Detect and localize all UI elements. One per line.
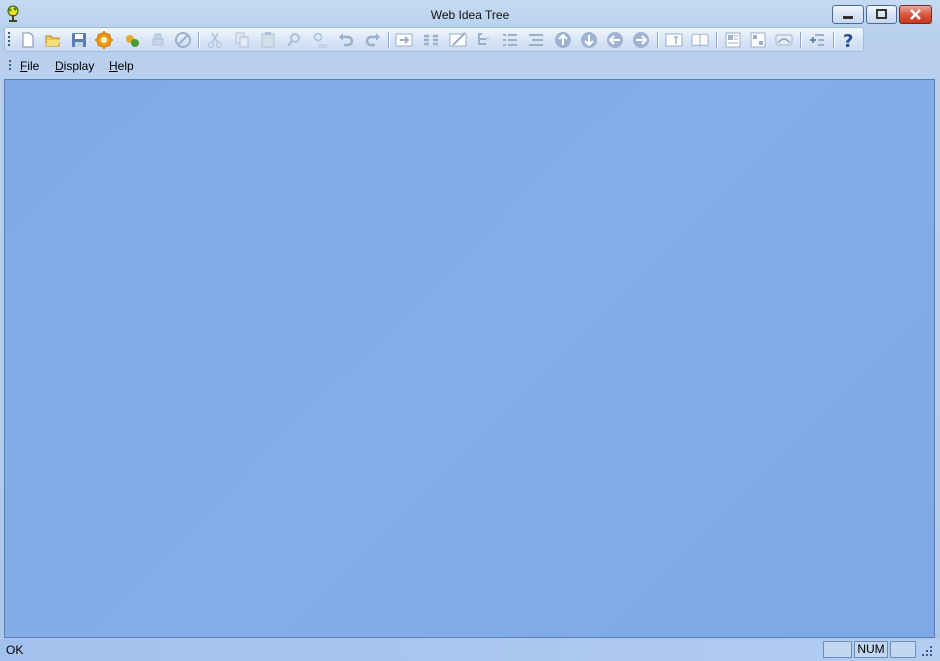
open-folder-icon[interactable] [44,31,62,49]
close-button[interactable] [899,5,932,24]
tree-view-icon[interactable] [475,31,493,49]
resize-grip-icon[interactable] [920,644,934,658]
print-icon[interactable] [149,31,167,49]
copy-icon[interactable] [233,31,251,49]
toolbar: ABC ? [4,27,864,52]
close-icon [910,9,921,20]
new-file-icon[interactable] [19,31,37,49]
toolbar-grip[interactable] [8,32,11,48]
text-frame-icon[interactable] [665,31,683,49]
menu-bar: File Display Help [4,55,934,77]
minimize-button[interactable] [832,5,864,24]
arrow-down-icon[interactable] [580,31,598,49]
replace-icon[interactable]: ABC [310,31,328,49]
window-title: Web Idea Tree [430,8,510,22]
undo-icon[interactable] [337,31,355,49]
minimize-icon [843,16,853,19]
status-pane-num: NUM [854,641,888,658]
edit-node-icon[interactable] [449,31,467,49]
status-bar: OK NUM [0,639,940,661]
help-icon[interactable]: ? [840,31,858,49]
status-pane-3 [890,641,916,658]
menubar-grip[interactable] [9,60,12,72]
insert-node-icon[interactable] [395,31,413,49]
status-text: OK [6,643,24,657]
cut-icon[interactable] [206,31,224,49]
cancel-icon[interactable] [174,31,192,49]
arrow-up-icon[interactable] [554,31,572,49]
redo-icon[interactable] [364,31,382,49]
menu-file[interactable]: File [20,59,39,73]
maximize-icon [876,9,887,19]
title-bar[interactable]: Web Idea Tree [0,0,940,30]
list-view-icon[interactable] [501,31,519,49]
menu-display[interactable]: Display [55,59,94,73]
outline-view-icon[interactable] [527,31,545,49]
link-icon[interactable] [775,31,793,49]
save-icon[interactable] [70,31,88,49]
maximize-button[interactable] [866,5,897,24]
paste-icon[interactable] [259,31,277,49]
web-export-icon[interactable] [123,31,141,49]
publish-gear-icon[interactable] [95,31,113,49]
add-item-icon[interactable] [808,31,826,49]
menu-help[interactable]: Help [109,59,134,73]
svg-text:?: ? [843,31,853,49]
svg-text:ABC: ABC [318,44,328,49]
layout-icon[interactable] [724,31,742,49]
insert-sibling-icon[interactable] [422,31,440,49]
grid-layout-icon[interactable] [749,31,767,49]
status-pane-1 [823,641,852,658]
arrow-right-icon[interactable] [632,31,650,49]
arrow-left-icon[interactable] [606,31,624,49]
book-icon[interactable] [691,31,709,49]
main-workspace[interactable] [4,79,935,638]
find-icon[interactable] [285,31,303,49]
